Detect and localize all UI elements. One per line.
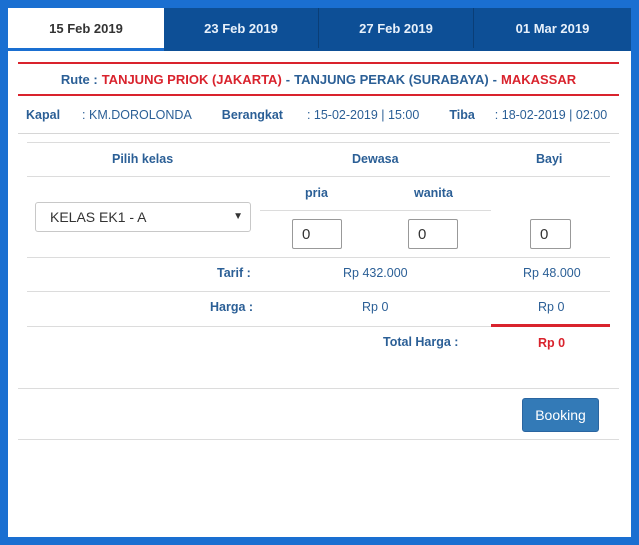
booking-panel: 15 Feb 2019 23 Feb 2019 27 Feb 2019 01 M… — [8, 8, 631, 537]
date-tabs: 15 Feb 2019 23 Feb 2019 27 Feb 2019 01 M… — [8, 8, 631, 51]
total-underline — [491, 324, 610, 327]
tarif-bayi: Rp 48.000 — [523, 266, 581, 280]
pria-header: pria — [305, 186, 328, 200]
dewasa-header: Dewasa — [352, 152, 399, 166]
divider — [27, 291, 610, 292]
total-label: Total Harga : — [383, 335, 459, 349]
divider — [27, 176, 610, 177]
booking-button[interactable]: Booking — [522, 398, 599, 432]
divider — [27, 257, 610, 258]
kapal-label: Kapal — [26, 107, 61, 122]
bayi-header: Bayi — [536, 152, 563, 166]
class-select-value: KELAS EK1 - A — [50, 209, 147, 225]
ship-info: Kapal : KM.DOROLONDA Berangkat : 15-02-2… — [18, 96, 619, 134]
route-label: Rute : — [60, 71, 98, 87]
route-info: Rute : TANJUNG PRIOK (JAKARTA) - TANJUNG… — [18, 62, 619, 96]
tarif-label: Tarif : — [217, 266, 251, 280]
harga-dewasa: Rp 0 — [362, 300, 389, 314]
pria-quantity-input[interactable]: 0 — [292, 219, 342, 249]
bayi-quantity-input[interactable]: 0 — [530, 219, 571, 249]
divider — [18, 388, 619, 389]
tiba-label: Tiba — [449, 107, 475, 122]
tab-15-feb-2019[interactable]: 15 Feb 2019 — [8, 8, 164, 51]
harga-bayi: Rp 0 — [538, 300, 565, 314]
harga-label: Harga : — [210, 300, 254, 314]
caret-down-icon: ▼ — [233, 211, 243, 222]
route-origin: TANJUNG PRIOK (JAKARTA) — [101, 71, 282, 87]
total-value: Rp 0 — [538, 336, 566, 350]
content-area: Rute : TANJUNG PRIOK (JAKARTA) - TANJUNG… — [18, 62, 619, 134]
tab-01-mar-2019[interactable]: 01 Mar 2019 — [474, 8, 631, 48]
kapal-value: : KM.DOROLONDA — [82, 107, 192, 122]
berangkat-label: Berangkat — [221, 107, 283, 122]
tarif-dewasa: Rp 432.000 — [343, 266, 408, 280]
tiba-value: : 18-02-2019 | 02:00 — [494, 107, 608, 122]
route-destination: MAKASSAR — [501, 71, 577, 87]
tab-27-feb-2019[interactable]: 27 Feb 2019 — [319, 8, 474, 48]
divider — [27, 326, 491, 327]
wanita-header: wanita — [414, 186, 453, 200]
divider — [27, 142, 610, 143]
berangkat-value: : 15-02-2019 | 15:00 — [306, 107, 420, 122]
divider — [260, 210, 491, 211]
divider — [18, 439, 619, 440]
class-select[interactable]: KELAS EK1 - A ▼ — [35, 202, 251, 232]
tab-23-feb-2019[interactable]: 23 Feb 2019 — [164, 8, 319, 48]
route-via: TANJUNG PERAK (SURABAYA) — [294, 71, 489, 87]
wanita-quantity-input[interactable]: 0 — [408, 219, 458, 249]
pilih-kelas-header: Pilih kelas — [112, 152, 174, 166]
route-separator: - — [285, 71, 291, 87]
route-separator: - — [492, 71, 498, 87]
